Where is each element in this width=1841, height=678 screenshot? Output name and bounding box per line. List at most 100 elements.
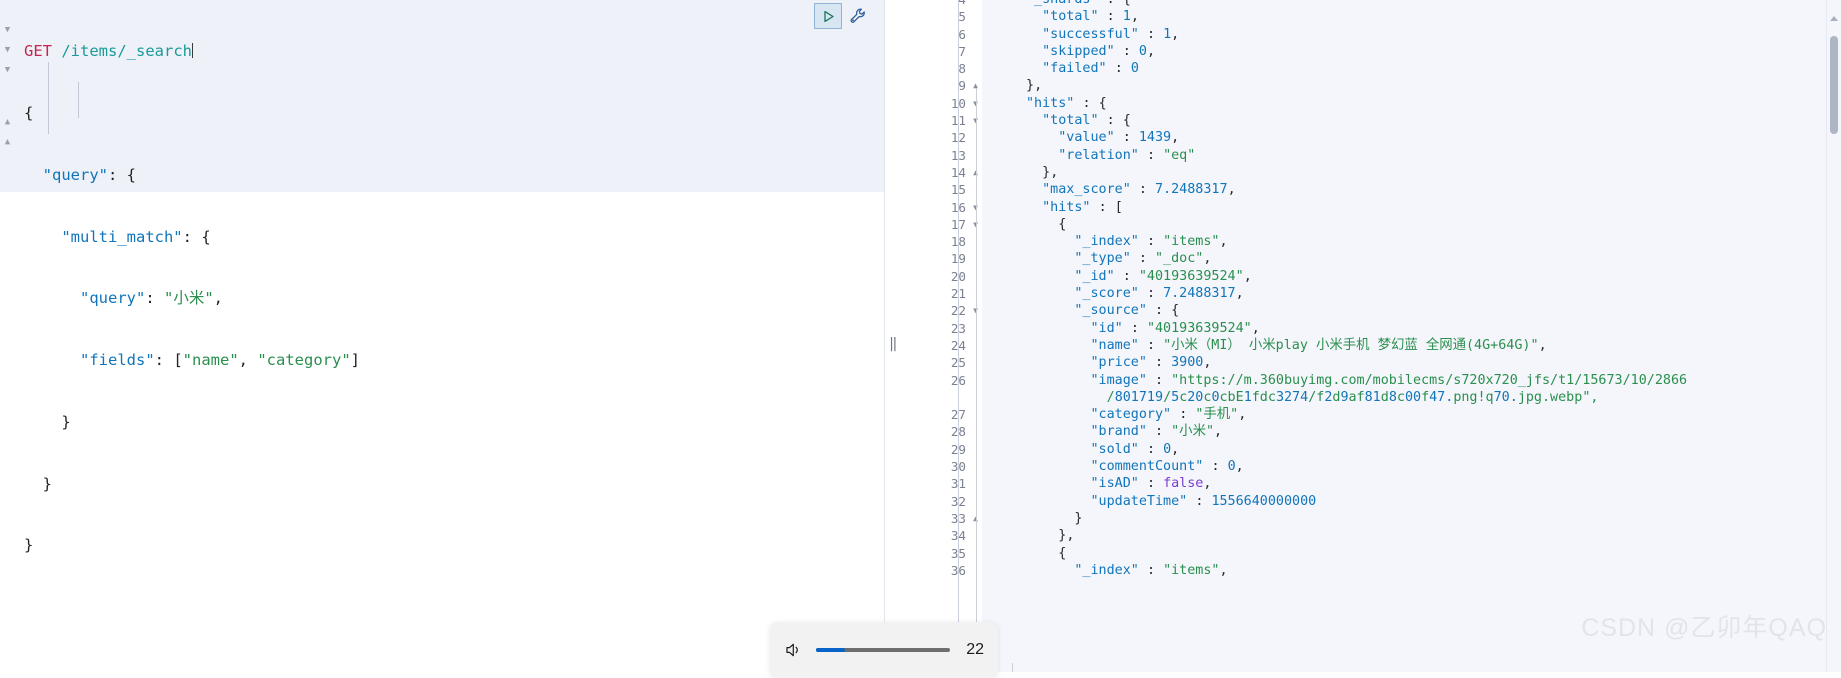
response-line-number: 15 — [898, 181, 982, 198]
request-options-button[interactable] — [846, 4, 870, 28]
scroll-up-arrow-icon[interactable] — [1830, 16, 1838, 21]
response-line-number: 35 — [898, 545, 982, 562]
response-line-number: 31 — [898, 475, 982, 492]
scrollbar-thumb[interactable] — [1830, 36, 1838, 134]
response-code-line: "_index" : "items", — [1074, 234, 1228, 250]
play-icon — [823, 10, 834, 22]
watermark: CSDN @乙卯年QAQ — [1581, 614, 1827, 642]
response-line-number: 7 — [958, 43, 966, 59]
response-code-line: }, — [1042, 164, 1059, 180]
request-toolbar — [814, 3, 870, 29]
wrench-icon — [850, 8, 865, 23]
response-line-number: 18 — [898, 233, 982, 250]
indent-guide — [958, 0, 959, 672]
response-line-number: 12 — [898, 129, 982, 146]
response-line-number: 16▼ — [898, 199, 982, 216]
response-line-number: 9 ▲ — [958, 78, 978, 94]
response-line-number: 34 — [898, 527, 982, 544]
response-code-line: "hits" : { — [1026, 95, 1107, 111]
run-query-button[interactable] — [814, 3, 842, 29]
response-code-line: } — [1074, 510, 1083, 526]
response-code-line: "isAD" : false, — [1090, 476, 1212, 492]
response-scrollbar[interactable] — [1826, 0, 1841, 672]
request-line-3: "multi_match": { — [61, 227, 211, 246]
request-path: /items/_search — [61, 42, 192, 61]
response-code-line: "name" : "小米（MI） 小米play 小米手机 梦幻蓝 全网通(4G+… — [1090, 337, 1547, 353]
pane-splitter[interactable]: ‖ — [884, 0, 899, 672]
response-code-line: "skipped" : 0, — [1042, 43, 1155, 59]
response-code-line: { — [1058, 545, 1067, 561]
http-method: GET — [24, 42, 52, 61]
response-line-number: 11▼ — [898, 112, 982, 129]
response-pane: 456789▲10▼11▼121314▲1516▼17▼1819202122▼2… — [898, 0, 1841, 672]
response-line-number: 26 — [898, 372, 982, 389]
response-line-number: 14▲ — [898, 164, 982, 181]
splitter-handle[interactable]: ‖ — [889, 334, 897, 354]
response-line-number: 21 — [898, 285, 982, 302]
response-code[interactable]: "_shards" : { "total" : 1, "successful" … — [982, 0, 1827, 663]
fold-marker-line7[interactable]: ▲ — [3, 118, 12, 127]
response-code-line: { — [1058, 216, 1067, 232]
fold-marker-line8[interactable]: ▲ — [3, 138, 12, 147]
response-line-number: 8 — [958, 61, 966, 77]
elasticsearch-console: ▼ ▼ ▼ ▲ ▲ GET /items/_search { "query": … — [0, 0, 1841, 678]
response-code-line: "total" : 1, — [1042, 9, 1139, 25]
response-code-line: /801719/5c20c0cbE1fdc3274/f2d9af81d8c00f… — [1106, 389, 1599, 405]
request-line-8: } — [24, 536, 34, 555]
response-line-number: 36 — [898, 562, 982, 579]
request-editor[interactable]: ▼ ▼ ▼ ▲ ▲ GET /items/_search { "query": … — [0, 0, 884, 554]
response-code-line: "id" : "40193639524", — [1090, 320, 1260, 336]
response-line-number: 28 — [898, 423, 982, 440]
response-line-number: 27 — [898, 406, 982, 423]
response-code-line: "successful" : 1, — [1042, 26, 1180, 42]
response-code-line: "_type" : "_doc", — [1074, 251, 1212, 267]
response-code-line: "_id" : "40193639524", — [1074, 268, 1252, 284]
response-code-line: "value" : 1439, — [1058, 130, 1180, 146]
response-code-line: }, — [1058, 528, 1075, 544]
response-code-line: "commentCount" : 0, — [1090, 459, 1244, 475]
response-line-number: 17▼ — [898, 216, 982, 233]
response-code-line: "max_score" : 7.2488317, — [1042, 182, 1236, 198]
fold-marker-line4[interactable]: ▼ — [3, 66, 12, 75]
response-code-line: "total" : { — [1042, 113, 1131, 129]
fold-marker-line3[interactable]: ▼ — [3, 46, 12, 55]
request-line-5: "fields": ["name", "category"] — [80, 351, 360, 370]
request-line-1: { — [24, 103, 34, 122]
request-code[interactable]: GET /items/_search { "query": { "multi_m… — [14, 0, 882, 597]
response-line-number: 6 — [958, 26, 966, 42]
volume-osd: 22 — [770, 622, 998, 678]
response-line-number: 5 — [958, 9, 966, 25]
response-line-number: 33▲ — [898, 510, 982, 527]
response-line-number — [898, 389, 982, 406]
response-line-number: 20 — [898, 268, 982, 285]
response-code-line: "_index" : "items", — [1074, 562, 1228, 578]
request-gutter: ▼ ▼ ▼ ▲ ▲ — [0, 0, 14, 192]
response-line-number: 30 — [898, 458, 982, 475]
response-line-number: 29 — [898, 441, 982, 458]
response-line-number: 10▼ — [898, 95, 982, 112]
response-line-numbers: 456789▲10▼11▼121314▲1516▼17▼1819202122▼2… — [898, 0, 983, 663]
response-code-line: }, — [1026, 78, 1043, 94]
response-line-number: 24 — [898, 337, 982, 354]
text-caret — [192, 43, 193, 59]
volume-value: 22 — [966, 641, 984, 658]
fold-marker-line2[interactable]: ▼ — [3, 26, 12, 35]
response-line-number: 23 — [898, 320, 982, 337]
response-code-line: "_source" : { — [1074, 303, 1180, 319]
request-line-6: } — [61, 412, 71, 431]
response-line-number: 22▼ — [898, 302, 982, 319]
speaker-icon — [786, 643, 798, 657]
volume-slider-fill — [816, 648, 846, 652]
response-line-number: 19 — [898, 250, 982, 267]
request-line-7: } — [42, 474, 53, 493]
indent-guide — [976, 88, 977, 672]
response-code-line: "updateTime" : 1556640000000 — [1090, 493, 1317, 509]
volume-slider[interactable] — [816, 648, 950, 652]
request-line-2: "query": { — [42, 165, 136, 184]
response-code-line: "brand" : "小米", — [1090, 424, 1223, 440]
request-line-4: "query": "小米", — [80, 289, 224, 308]
response-code-line: "category" : "手机", — [1090, 407, 1247, 423]
response-code-line: "hits" : [ — [1042, 199, 1123, 215]
request-pane: ▼ ▼ ▼ ▲ ▲ GET /items/_search { "query": … — [0, 0, 884, 672]
response-code-line: "relation" : "eq" — [1058, 147, 1196, 163]
